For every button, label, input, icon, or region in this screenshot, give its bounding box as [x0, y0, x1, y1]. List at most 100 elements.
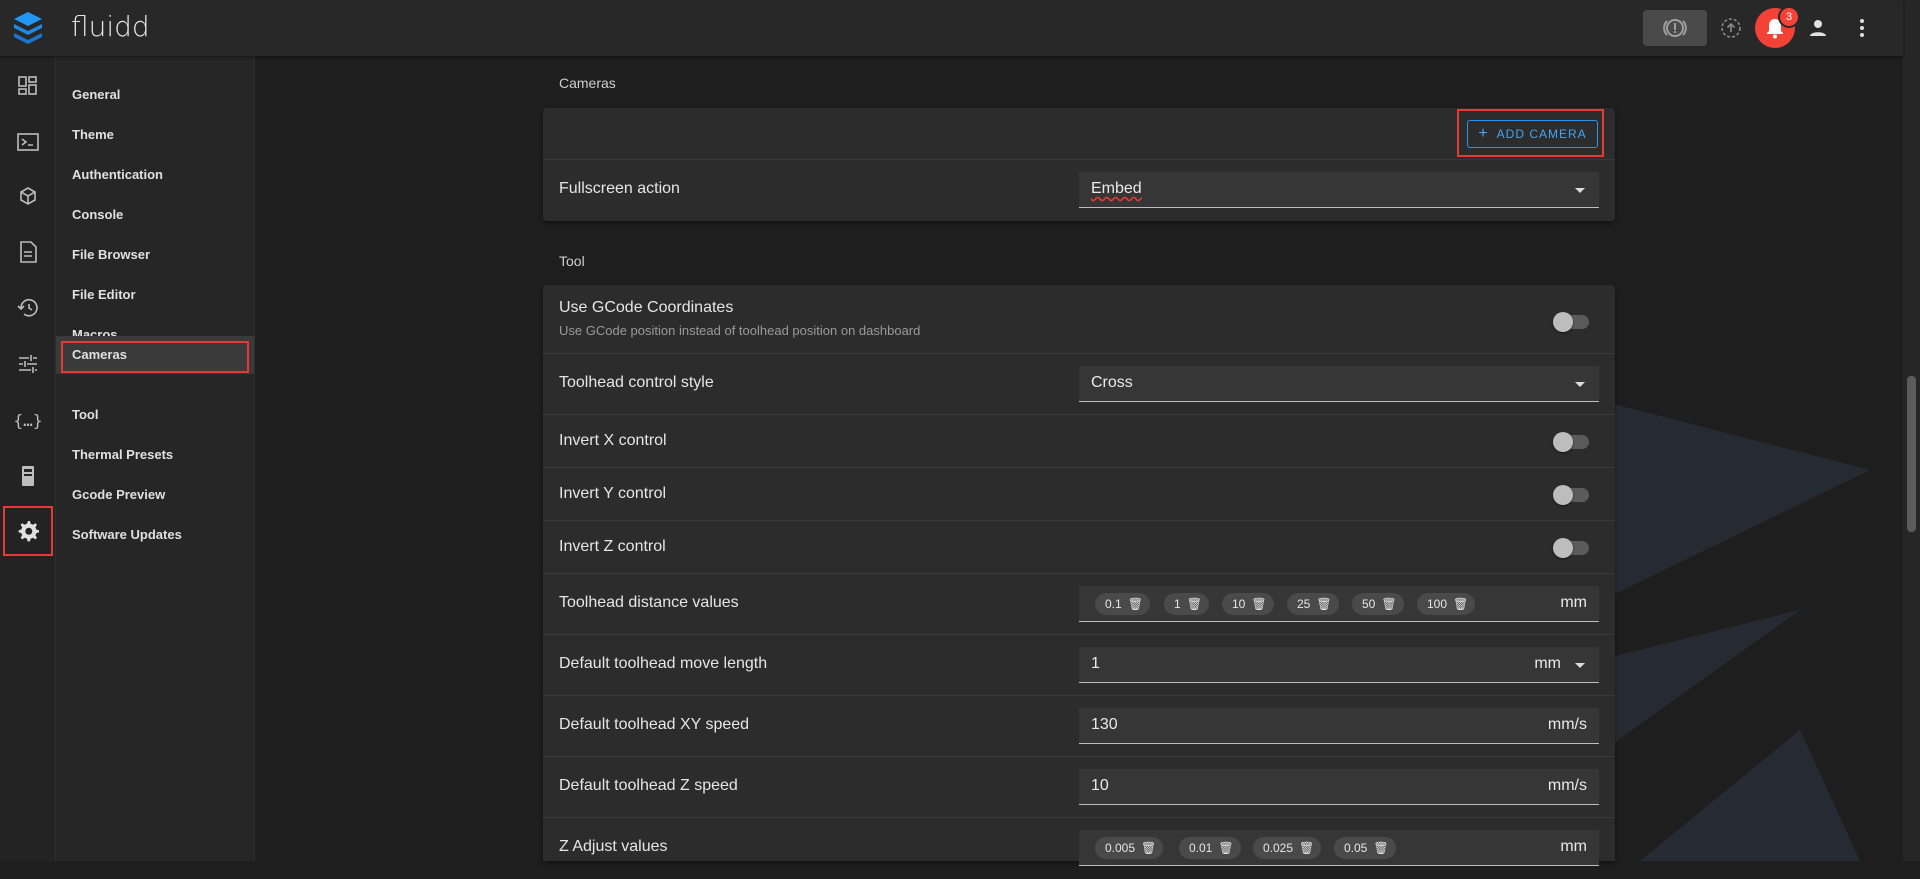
delete-icon[interactable]: 🗑 — [1187, 597, 1202, 611]
cameras-section-title: Cameras — [559, 75, 616, 91]
use-gcode-row: Use GCode Coordinates Use GCode position… — [543, 285, 1615, 354]
control-style-label: Toolhead control style — [559, 374, 714, 391]
invert-x-toggle[interactable] — [1553, 432, 1593, 452]
distance-values-input[interactable]: 0.1 🗑 1 🗑 10 🗑 25 🗑 50 🗑 100 🗑 mm — [1079, 586, 1599, 622]
fullscreen-action-select[interactable]: Embed — [1079, 172, 1599, 208]
distance-chip[interactable]: 100 🗑 — [1417, 593, 1476, 615]
nav-item-general[interactable]: General — [56, 75, 254, 115]
nav-item-file-browser[interactable]: File Browser — [56, 235, 254, 275]
invert-x-row: Invert X control — [543, 415, 1615, 468]
rail-system[interactable] — [8, 456, 48, 496]
chevron-down-icon — [1575, 663, 1585, 668]
z-speed-row: Default toolhead Z speed 10 mm/s — [543, 757, 1615, 818]
settings-nav: General Theme Authentication Console Fil… — [56, 56, 255, 861]
nav-item-gcode-preview[interactable]: Gcode Preview — [56, 475, 254, 515]
invert-y-row: Invert Y control — [543, 468, 1615, 521]
rail-printer[interactable] — [8, 176, 48, 216]
nav-item-software-updates[interactable]: Software Updates — [56, 515, 254, 555]
delete-icon[interactable]: 🗑 — [1373, 841, 1388, 855]
distance-chip[interactable]: 50 🗑 — [1352, 593, 1404, 615]
xy-speed-row: Default toolhead XY speed 130 mm/s — [543, 696, 1615, 757]
delete-icon[interactable]: 🗑 — [1453, 597, 1468, 611]
cameras-toolbar-row — [543, 108, 1615, 160]
nav-item-console[interactable]: Console — [56, 195, 254, 235]
nav-item-thermal-presets[interactable]: Thermal Presets — [56, 435, 254, 475]
distance-chip[interactable]: 0.1 🗑 — [1095, 593, 1150, 615]
z-speed-unit: mm/s — [1547, 777, 1587, 794]
rail-settings[interactable] — [3, 506, 53, 556]
settings-gear-icon — [18, 521, 39, 542]
nav-item-cameras[interactable]: Cameras — [56, 336, 254, 374]
delete-icon[interactable]: 🗑 — [1141, 841, 1156, 855]
user-menu-button[interactable] — [1800, 10, 1836, 46]
page-scrollbar[interactable] — [1903, 0, 1920, 861]
rail-console[interactable] — [8, 122, 48, 162]
z-speed-label: Default toolhead Z speed — [559, 777, 738, 794]
xy-speed-label: Default toolhead XY speed — [559, 716, 750, 733]
tool-card: Use GCode Coordinates Use GCode position… — [543, 285, 1615, 866]
delete-icon[interactable]: 🗑 — [1251, 597, 1266, 611]
device-icon — [22, 466, 34, 486]
move-length-value: 1 — [1091, 655, 1100, 672]
add-camera-label: ADD CAMERA — [1496, 127, 1587, 141]
fullscreen-action-label: Fullscreen action — [559, 180, 680, 197]
upload-print-button[interactable] — [1713, 10, 1749, 46]
rail-tune[interactable] — [8, 344, 48, 384]
distance-chip[interactable]: 10 🗑 — [1222, 593, 1274, 615]
z-speed-input[interactable]: 10 mm/s — [1079, 769, 1599, 805]
distance-chip[interactable]: 1 🗑 — [1164, 593, 1209, 615]
delete-icon[interactable]: 🗑 — [1218, 841, 1233, 855]
control-style-row: Toolhead control style Cross — [543, 354, 1615, 415]
nav-item-file-editor[interactable]: File Editor — [56, 275, 254, 315]
distance-unit: mm — [1560, 594, 1587, 611]
xy-speed-input[interactable]: 130 mm/s — [1079, 708, 1599, 744]
rail-history[interactable] — [8, 288, 48, 328]
tune-icon — [19, 355, 37, 373]
nav-item-theme[interactable]: Theme — [56, 115, 254, 155]
z-speed-value: 10 — [1091, 777, 1109, 794]
delete-icon[interactable]: 🗑 — [1128, 597, 1143, 611]
emergency-stop-button[interactable] — [1643, 10, 1707, 46]
dashboard-icon — [18, 76, 37, 95]
tool-section-title: Tool — [559, 253, 585, 269]
fullscreen-action-value: Embed — [1091, 180, 1142, 197]
z-adjust-label: Z Adjust values — [559, 838, 668, 855]
xy-speed-unit: mm/s — [1547, 716, 1587, 733]
chevron-down-icon — [1575, 188, 1585, 193]
xy-speed-value: 130 — [1091, 716, 1118, 733]
move-length-select[interactable]: 1 mm — [1079, 647, 1599, 683]
delete-icon[interactable]: 🗑 — [1299, 841, 1314, 855]
use-gcode-toggle[interactable] — [1553, 312, 1593, 332]
scrollbar-thumb[interactable] — [1907, 376, 1916, 532]
invert-z-toggle[interactable] — [1553, 538, 1593, 558]
account-icon — [1810, 20, 1826, 36]
more-menu-button[interactable] — [1844, 10, 1880, 46]
rail-jobs[interactable] — [8, 232, 48, 272]
delete-icon[interactable]: 🗑 — [1316, 597, 1331, 611]
nav-item-tool[interactable]: Tool — [56, 395, 254, 435]
fluidd-logo-icon[interactable] — [12, 10, 44, 46]
use-gcode-description: Use GCode position instead of toolhead p… — [559, 323, 921, 338]
control-style-select[interactable]: Cross — [1079, 366, 1599, 402]
nav-item-authentication[interactable]: Authentication — [56, 155, 254, 195]
code-braces-icon: {…} — [13, 410, 43, 430]
invert-x-label: Invert X control — [559, 432, 667, 449]
distance-values-label: Toolhead distance values — [559, 594, 739, 611]
delete-icon[interactable]: 🗑 — [1381, 597, 1396, 611]
z-adjust-chip[interactable]: 0.025 🗑 — [1253, 837, 1322, 859]
move-length-label: Default toolhead move length — [559, 655, 768, 672]
rail-dashboard[interactable] — [8, 66, 48, 106]
file-document-icon — [20, 241, 37, 263]
z-adjust-chip[interactable]: 0.01 🗑 — [1179, 837, 1241, 859]
distance-values-row: Toolhead distance values 0.1 🗑 1 🗑 10 🗑 25 🗑… — [543, 574, 1615, 635]
printer-3d-icon — [20, 187, 36, 205]
upload-circle-icon — [1721, 18, 1741, 38]
z-adjust-chip[interactable]: 0.05 🗑 — [1334, 837, 1396, 859]
invert-y-toggle[interactable] — [1553, 485, 1593, 505]
add-camera-button[interactable]: + ADD CAMERA — [1467, 120, 1598, 148]
invert-y-label: Invert Y control — [559, 485, 667, 502]
distance-chip[interactable]: 25 🗑 — [1287, 593, 1339, 615]
console-icon — [17, 133, 39, 151]
rail-configuration[interactable]: {…} — [8, 400, 48, 440]
z-adjust-chip[interactable]: 0.005 🗑 — [1095, 837, 1164, 859]
